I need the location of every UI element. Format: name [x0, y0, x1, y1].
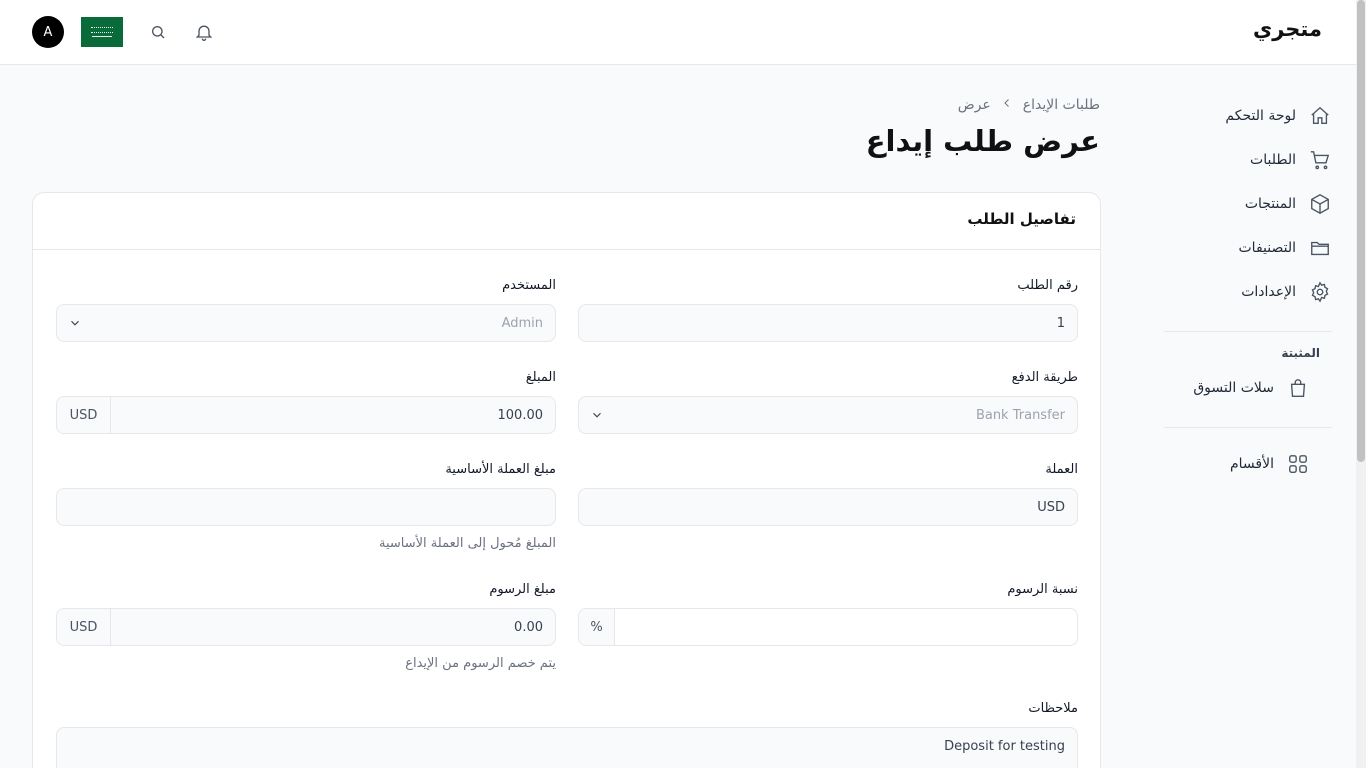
sidebar-divider — [1164, 331, 1332, 332]
order-number-field: رقم الطلب 1 — [578, 278, 1078, 342]
fee-rate-input[interactable]: % — [578, 608, 1078, 646]
currency-addon: USD — [57, 609, 111, 645]
chevron-down-icon — [579, 397, 615, 433]
field-label: المستخدم — [502, 278, 556, 293]
home-icon — [1308, 104, 1332, 128]
order-number-input[interactable]: 1 — [578, 304, 1078, 342]
fee-rate-field: نسبة الرسوم % — [578, 582, 1078, 646]
grid-icon — [1286, 452, 1310, 476]
sidebar-item-label: الطلبات — [1250, 152, 1296, 168]
sidebar-item-label: الأقسام — [1230, 456, 1274, 472]
field-help-text: يتم خصم الرسوم من الإيداع — [405, 656, 556, 671]
select-value: Admin — [501, 315, 543, 331]
cart-icon — [1308, 148, 1332, 172]
currency-addon: USD — [57, 397, 111, 433]
field-label: مبلغ الرسوم — [489, 582, 556, 597]
user-select[interactable]: Admin — [56, 304, 556, 342]
input-value: 100.00 — [497, 407, 544, 423]
sidebar-item-label: سلات التسوق — [1193, 380, 1274, 396]
box-icon — [1308, 192, 1332, 216]
breadcrumb-parent[interactable]: طلبات الإيداع — [1023, 97, 1100, 113]
sidebar-item-dashboard[interactable]: لوحة التحكم — [1164, 94, 1332, 138]
sidebar-item-label: لوحة التحكم — [1225, 108, 1296, 124]
chevron-left-icon — [1001, 97, 1013, 113]
sidebar-item-shopping-carts[interactable]: سلات التسوق — [1164, 366, 1332, 410]
base-amount-input[interactable] — [56, 488, 556, 526]
payment-method-field: طريقة الدفع Bank Transfer — [578, 370, 1078, 434]
field-label: المبلغ — [525, 370, 556, 385]
currency-input[interactable]: USD — [578, 488, 1078, 526]
breadcrumb-current: عرض — [957, 97, 991, 113]
scrollbar-thumb[interactable] — [1357, 0, 1365, 462]
gear-icon — [1308, 280, 1332, 304]
saudi-flag-icon[interactable] — [81, 17, 123, 47]
field-label: ملاحظات — [1028, 701, 1078, 716]
sidebar-item-label: التصنيفات — [1238, 240, 1297, 256]
sidebar-item-settings[interactable]: الإعدادات — [1164, 270, 1332, 314]
field-label: مبلغ العملة الأساسية — [445, 462, 556, 477]
page-scrollbar[interactable] — [1356, 0, 1366, 768]
breadcrumb: طلبات الإيداع عرض — [958, 97, 1100, 113]
field-label: نسبة الرسوم — [1007, 582, 1078, 597]
notes-textarea[interactable]: Deposit for testing — [56, 727, 1078, 768]
bell-icon[interactable] — [192, 20, 216, 44]
sidebar-group-label: المثبتة — [1281, 346, 1320, 360]
field-help-text: المبلغ مُحول إلى العملة الأساسية — [379, 536, 556, 551]
sidebar: لوحة التحكم الطلبات المنتجات التصنيفات ا… — [1164, 94, 1332, 486]
page-title: عرض طلب إيداع — [865, 124, 1100, 158]
sidebar-item-categories[interactable]: التصنيفات — [1164, 226, 1332, 270]
sidebar-item-label: الإعدادات — [1241, 284, 1296, 300]
user-field: المستخدم Admin — [56, 278, 556, 342]
sidebar-item-orders[interactable]: الطلبات — [1164, 138, 1332, 182]
fee-amount-input[interactable]: 0.00 USD — [56, 608, 556, 646]
percent-addon: % — [579, 609, 615, 645]
card-title: تفاصيل الطلب — [33, 193, 1100, 250]
sidebar-item-products[interactable]: المنتجات — [1164, 182, 1332, 226]
amount-field: المبلغ 100.00 USD — [56, 370, 556, 434]
payment-method-select[interactable]: Bank Transfer — [578, 396, 1078, 434]
sidebar-item-sections[interactable]: الأقسام — [1164, 442, 1332, 486]
sidebar-item-label: المنتجات — [1244, 196, 1296, 212]
brand-logo[interactable]: متجري — [1253, 17, 1322, 41]
input-value: USD — [1037, 499, 1065, 515]
sidebar-divider — [1164, 427, 1332, 428]
select-value: Bank Transfer — [975, 407, 1065, 423]
chevron-down-icon — [57, 305, 93, 341]
currency-field: العملة USD — [578, 462, 1078, 526]
order-details-card: تفاصيل الطلب رقم الطلب 1 المستخدم Admin … — [32, 192, 1101, 768]
fee-amount-field: مبلغ الرسوم 0.00 USD يتم خصم الرسوم من ا… — [56, 582, 556, 671]
field-label: العملة — [1045, 462, 1078, 477]
field-label: رقم الطلب — [1017, 278, 1078, 293]
base-amount-field: مبلغ العملة الأساسية المبلغ مُحول إلى ال… — [56, 462, 556, 551]
amount-input[interactable]: 100.00 USD — [56, 396, 556, 434]
shopping-bag-icon — [1286, 376, 1310, 400]
folder-icon — [1308, 236, 1332, 260]
input-value: 0.00 — [514, 619, 543, 635]
top-bar: متجري A — [0, 0, 1356, 65]
field-label: طريقة الدفع — [1011, 370, 1078, 385]
input-value: 1 — [1056, 315, 1065, 331]
user-avatar[interactable]: A — [32, 16, 64, 48]
notes-field: ملاحظات Deposit for testing — [56, 701, 1078, 768]
search-icon[interactable] — [146, 20, 170, 44]
